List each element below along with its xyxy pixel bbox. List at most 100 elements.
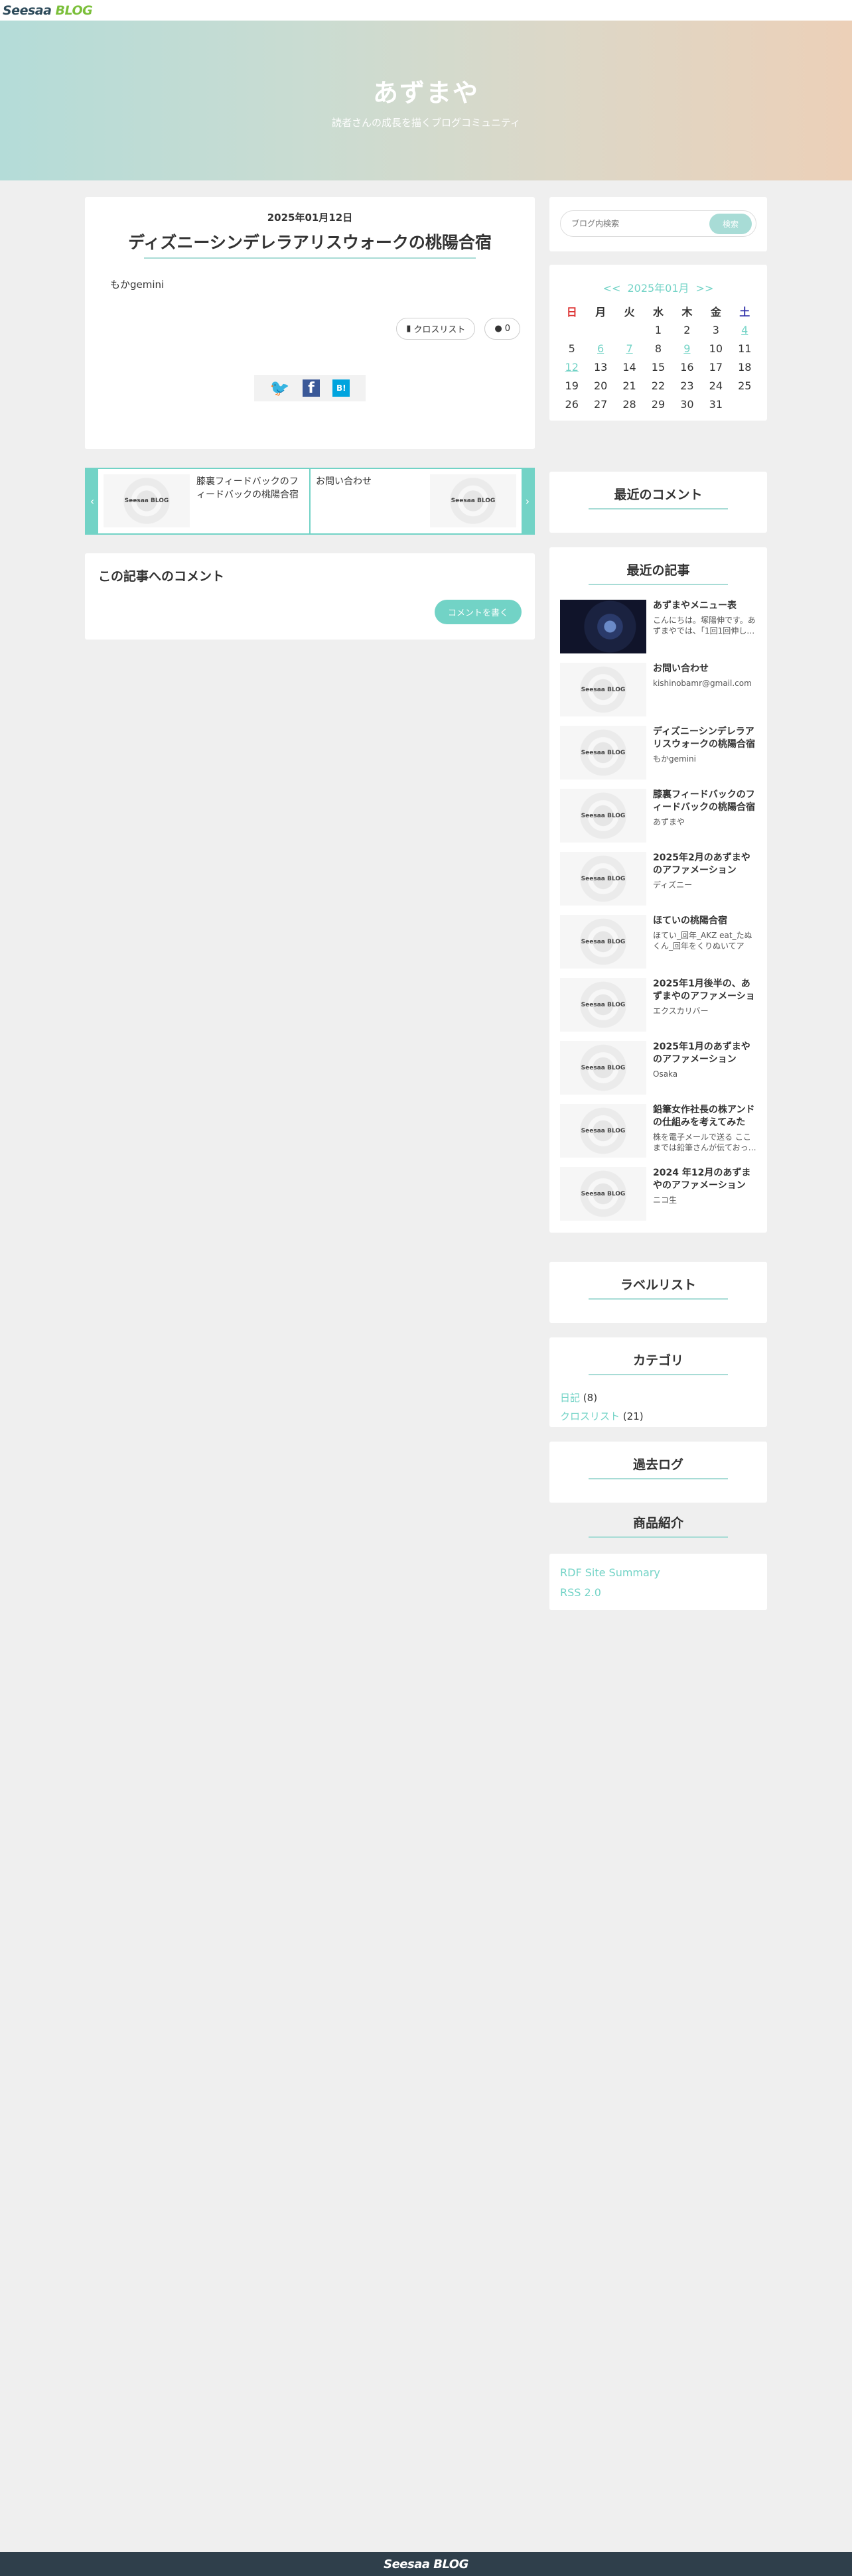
calendar-day [557, 320, 586, 339]
recent-post-item[interactable]: Seesaa BLOG ディズニーシンデレラアリスウォークの桃陽合宿 もかgemi… [560, 726, 756, 780]
seesaa-logo[interactable]: Seesaa BLOG [3, 3, 93, 18]
calendar-day-link-text[interactable]: 7 [626, 342, 632, 355]
recent-post-thumbnail: Seesaa BLOG [560, 726, 646, 780]
recent-post-thumbnail: Seesaa BLOG [560, 1104, 646, 1158]
calendar-day: 22 [651, 379, 666, 392]
calendar-day: 27 [593, 397, 608, 411]
search-input[interactable] [571, 219, 709, 228]
widget-underline [589, 584, 728, 585]
rss2-link[interactable]: RSS 2.0 [560, 1583, 756, 1603]
recent-post-item[interactable]: Seesaa BLOG 鉛筆女作社長の株アンドの仕組みを考えてみた 株を電子メール… [560, 1104, 756, 1158]
calendar-day-link[interactable]: 12 [557, 358, 586, 376]
category-item: クロスリスト (21) [560, 1407, 756, 1426]
sidebar: 検索 << 2025年01月 >> 日 月 火 水 木 金 土 1 2 3 [549, 197, 767, 1610]
calendar-month[interactable]: 2025年01月 [627, 282, 689, 295]
next-post-thumbnail: Seesaa BLOG [430, 474, 516, 527]
recent-post-item[interactable]: あずまやメニュー表こんにちは。塚陽伸です。あずまやでは、「1回1回伸し… [560, 600, 756, 653]
calendar-day: 31 [709, 397, 723, 411]
calendar-day-link-text[interactable]: 12 [565, 361, 579, 373]
recent-post-excerpt: もかgemini [653, 754, 696, 764]
calendar-day: 16 [680, 360, 694, 373]
recent-post-excerpt: Osaka [653, 1069, 678, 1079]
category-widget: カテゴリ 日記 (8) クロスリスト (21) [549, 1337, 767, 1427]
article-title[interactable]: ディズニーシンデレラアリスウォークの桃陽合宿 [85, 230, 535, 253]
article-body: もかgemini [110, 279, 165, 291]
recent-post-item[interactable]: Seesaa BLOG 2025年1月後半の、あずまやのアファメーションエクスカ… [560, 978, 756, 1032]
recent-comments-title: 最近のコメント [614, 488, 703, 502]
recent-post-item[interactable]: Seesaa BLOG 膝裏フィードバックのフィードバックの桃陽合宿あずまや [560, 789, 756, 843]
comment-count-button[interactable]: ● 0 [484, 318, 520, 340]
calendar-prev[interactable]: << [603, 282, 621, 295]
calendar-day [586, 320, 614, 339]
recent-post-thumbnail: Seesaa BLOG [560, 663, 646, 716]
recent-post-title: ほていの桃陽合宿 [653, 915, 727, 926]
calendar-day: 8 [654, 342, 662, 355]
twitter-share-icon[interactable]: 🐦 [270, 380, 290, 396]
calendar-day [731, 395, 759, 413]
calendar-day: 10 [709, 342, 723, 355]
recent-post-excerpt: こんにちは。塚陽伸です。あずまやでは、「1回1回伸し… [653, 616, 756, 636]
calendar-week: 12 13 14 15 16 17 18 [557, 358, 759, 376]
comments-title: この記事へのコメント [98, 569, 225, 584]
calendar-day: 5 [568, 342, 575, 355]
recent-post-title: お問い合わせ [653, 663, 709, 674]
recent-post-item[interactable]: Seesaa BLOG ほていの桃陽合宿 ほてい_回年_AKZ eat_たぬくん_… [560, 915, 756, 969]
category-count: (21) [622, 1410, 644, 1422]
weekday: 木 [681, 306, 693, 318]
next-post-link[interactable]: お問い合わせ Seesaa BLOG [309, 469, 522, 533]
recent-post-thumbnail: Seesaa BLOG [560, 1041, 646, 1095]
category-link[interactable]: 日記 [560, 1392, 580, 1404]
facebook-share-icon[interactable]: f [302, 379, 320, 397]
comment-icon: ● [494, 324, 502, 334]
recent-post-item[interactable]: Seesaa BLOG お問い合わせ kishinobamr@gmail.com [560, 663, 756, 716]
footer-logo[interactable]: Seesaa BLOG [384, 2557, 468, 2571]
recent-post-excerpt: あずまや [653, 817, 685, 827]
hatena-bookmark-icon[interactable]: B! [332, 379, 350, 397]
prev-post-link[interactable]: Seesaa BLOG 膝裏フィードバックのフィードバックの桃陽合宿 [98, 469, 309, 533]
calendar-day-link[interactable]: 9 [673, 339, 701, 358]
write-comment-button[interactable]: コメントを書く [434, 600, 522, 624]
calendar-day: 26 [565, 397, 579, 411]
calendar-day-link-text[interactable]: 4 [741, 324, 748, 336]
prev-arrow-icon[interactable]: ‹ [86, 469, 98, 533]
calendar-day: 28 [622, 397, 636, 411]
logo-text-blog: BLOG [55, 3, 93, 18]
recent-post-title: あずまやメニュー表 [653, 600, 737, 611]
category-link[interactable]: クロスリスト [560, 1410, 620, 1422]
archive-widget: 過去ログ [549, 1442, 767, 1503]
recent-post-item[interactable]: Seesaa BLOG 2024 年12月のあずまやのアファメーション ニコ生 [560, 1167, 756, 1221]
calendar-day: 23 [680, 379, 694, 392]
blog-header: あずまや 読者さんの成長を描くブログコミュニティ [0, 21, 852, 180]
blog-title[interactable]: あずまや [373, 72, 479, 109]
category-link-button[interactable]: ▮ クロスリスト [396, 318, 476, 340]
recent-post-title: 2025年1月のあずまやのアファメーション [653, 1042, 750, 1065]
calendar-day-link[interactable]: 4 [731, 320, 759, 339]
recent-post-excerpt: 株を電子メールで送る ここまでは鉛筆さんが伝ておっ… [653, 1132, 756, 1152]
category-item: 日記 (8) [560, 1389, 756, 1407]
recent-post-item[interactable]: Seesaa BLOG 2025年2月のあずまやのアファメーション ディズニー [560, 852, 756, 906]
search-button[interactable]: 検索 [709, 213, 752, 234]
calendar-day-link-text[interactable]: 6 [597, 342, 604, 355]
calendar-weekdays: 日 月 火 水 木 金 土 [557, 302, 759, 320]
prev-post-thumbnail: Seesaa BLOG [104, 474, 190, 527]
recent-post-thumbnail: Seesaa BLOG [560, 789, 646, 843]
calendar-day-link-text[interactable]: 9 [683, 342, 690, 355]
recent-post-title: 膝裏フィードバックのフィードバックの桃陽合宿 [653, 789, 755, 813]
calendar-next[interactable]: >> [696, 282, 714, 295]
calendar-day: 25 [738, 379, 752, 392]
calendar-day-link[interactable]: 7 [615, 339, 644, 358]
calendar-day: 14 [622, 360, 636, 373]
footer: Seesaa BLOG [0, 2552, 852, 2576]
search-box: 検索 [560, 210, 756, 237]
calendar-week: 19 20 21 22 23 24 25 [557, 376, 759, 395]
calendar-day-link[interactable]: 6 [586, 339, 614, 358]
recent-post-item[interactable]: Seesaa BLOG 2025年1月のあずまやのアファメーション Osaka [560, 1041, 756, 1095]
top-bar: Seesaa BLOG [0, 0, 852, 21]
rdf-link[interactable]: RDF Site Summary [560, 1563, 756, 1583]
next-arrow-icon[interactable]: › [522, 469, 533, 533]
weekday: 日 [566, 306, 577, 318]
widget-underline [589, 508, 728, 509]
category-count: (8) [583, 1392, 598, 1404]
share-buttons: 🐦 f B! [254, 375, 366, 401]
calendar-table: 日 月 火 水 木 金 土 1 2 3 4 5 6 7 8 9 10 11 12… [557, 302, 759, 413]
